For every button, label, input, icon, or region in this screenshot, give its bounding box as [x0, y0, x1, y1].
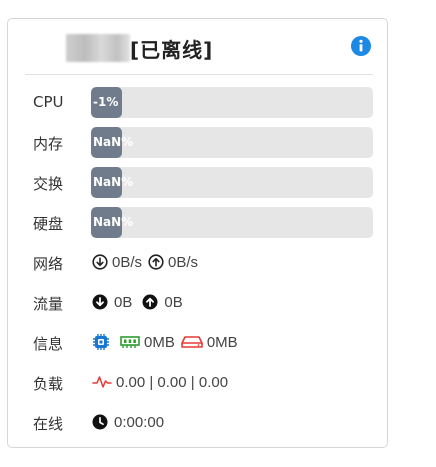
header-divider	[25, 74, 373, 75]
pulse-icon	[92, 376, 112, 388]
metric-label: 内存	[33, 135, 64, 153]
load-row: 负载 0.00 | 0.00 | 0.00	[8, 366, 387, 398]
memory-percent: NaN%	[93, 135, 134, 149]
metric-row-cpu: CPU -1%	[8, 86, 387, 118]
download-filled-icon	[92, 294, 108, 310]
metric-row-swap: 交换 NaN%	[8, 166, 387, 198]
load-values: 0.00 | 0.00 | 0.00	[92, 370, 228, 394]
memory-module-icon	[120, 336, 140, 348]
traffic-values: 0B 0B	[92, 290, 183, 314]
uptime-values: 0:00:00	[92, 410, 164, 434]
server-status-title: [已离线]	[130, 38, 214, 62]
cpu-chip-icon	[93, 334, 109, 350]
network-row: 网络 0B/s 0B/s	[8, 246, 387, 278]
server-card: [已离线] CPU -1% 内存 NaN% 交换 NaN% 硬盘 NaN% 网络…	[7, 18, 388, 448]
info-icon[interactable]	[351, 36, 371, 56]
card-header: [已离线]	[8, 19, 387, 75]
traffic-up: 0B	[164, 293, 183, 311]
memory-progress-bar: NaN%	[91, 127, 373, 158]
arrow-up-circle-icon	[148, 254, 164, 270]
swap-percent: NaN%	[93, 175, 134, 189]
swap-progress-bar: NaN%	[91, 167, 373, 198]
metric-label: CPU	[33, 93, 64, 111]
load-label: 负载	[33, 375, 64, 393]
info-values: 0MB 0MB	[92, 330, 238, 354]
metric-label: 交换	[33, 175, 64, 193]
traffic-down: 0B	[114, 293, 133, 311]
disk-percent: NaN%	[93, 215, 134, 229]
uptime-row: 在线 0:00:00	[8, 406, 387, 438]
info-ram: 0MB	[144, 333, 175, 351]
cpu-progress-bar: -1%	[91, 87, 373, 118]
server-name-redacted	[66, 34, 130, 62]
network-label: 网络	[33, 255, 64, 273]
metric-label: 硬盘	[33, 215, 64, 233]
uptime-label: 在线	[33, 415, 64, 433]
metric-row-disk: 硬盘 NaN%	[8, 206, 387, 238]
info-row: 信息 0MB 0MB	[8, 326, 387, 358]
cpu-percent: -1%	[93, 95, 119, 109]
clock-icon	[92, 414, 108, 430]
traffic-row: 流量 0B 0B	[8, 286, 387, 318]
network-values: 0B/s 0B/s	[92, 250, 198, 274]
disk-progress-bar: NaN%	[91, 207, 373, 238]
arrow-down-circle-icon	[92, 254, 108, 270]
network-up-speed: 0B/s	[168, 253, 199, 271]
upload-filled-icon	[142, 294, 158, 310]
metric-row-memory: 内存 NaN%	[8, 126, 387, 158]
network-down-speed: 0B/s	[112, 253, 143, 271]
hard-drive-icon	[181, 336, 203, 348]
load-average: 0.00 | 0.00 | 0.00	[116, 373, 229, 391]
traffic-label: 流量	[33, 295, 64, 313]
uptime-value: 0:00:00	[114, 413, 165, 431]
info-disk: 0MB	[206, 333, 238, 351]
info-label: 信息	[33, 335, 64, 353]
